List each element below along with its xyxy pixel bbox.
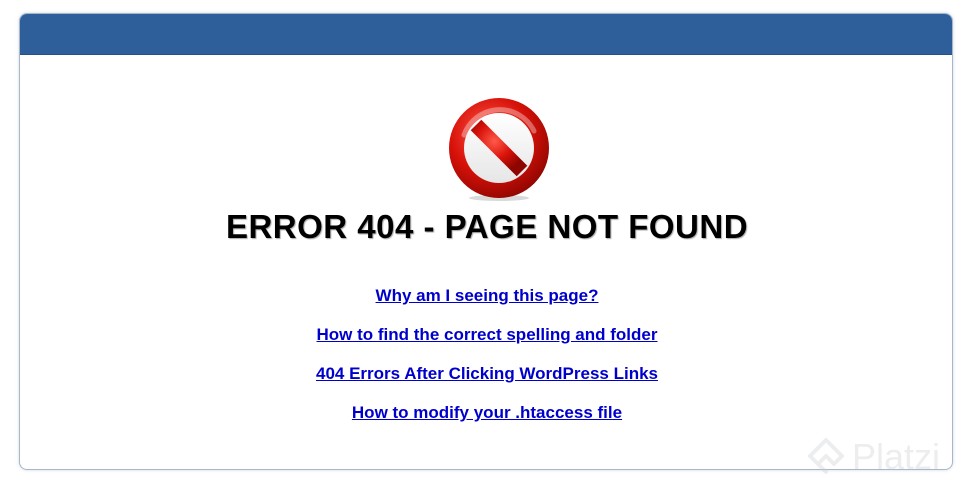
- watermark-text: Platzi: [852, 436, 941, 477]
- link-modify-htaccess[interactable]: How to modify your .htaccess file: [20, 403, 952, 423]
- stop-sign-icon: [449, 98, 549, 201]
- error-panel: ERROR 404 - PAGE NOT FOUND Why am I seei…: [19, 13, 953, 470]
- page: ERROR 404 - PAGE NOT FOUND Why am I seei…: [0, 0, 975, 492]
- platzi-watermark: Platzi: [806, 432, 940, 482]
- help-links: Why am I seeing this page? How to find t…: [20, 286, 952, 442]
- page-title: ERROR 404 - PAGE NOT FOUND: [225, 208, 749, 245]
- link-why-seeing-page[interactable]: Why am I seeing this page?: [20, 286, 952, 306]
- platzi-logo-icon: [808, 438, 844, 474]
- link-404-wordpress[interactable]: 404 Errors After Clicking WordPress Link…: [20, 364, 952, 384]
- panel-header-bar: [20, 14, 952, 55]
- link-correct-spelling-folder[interactable]: How to find the correct spelling and fol…: [20, 325, 952, 345]
